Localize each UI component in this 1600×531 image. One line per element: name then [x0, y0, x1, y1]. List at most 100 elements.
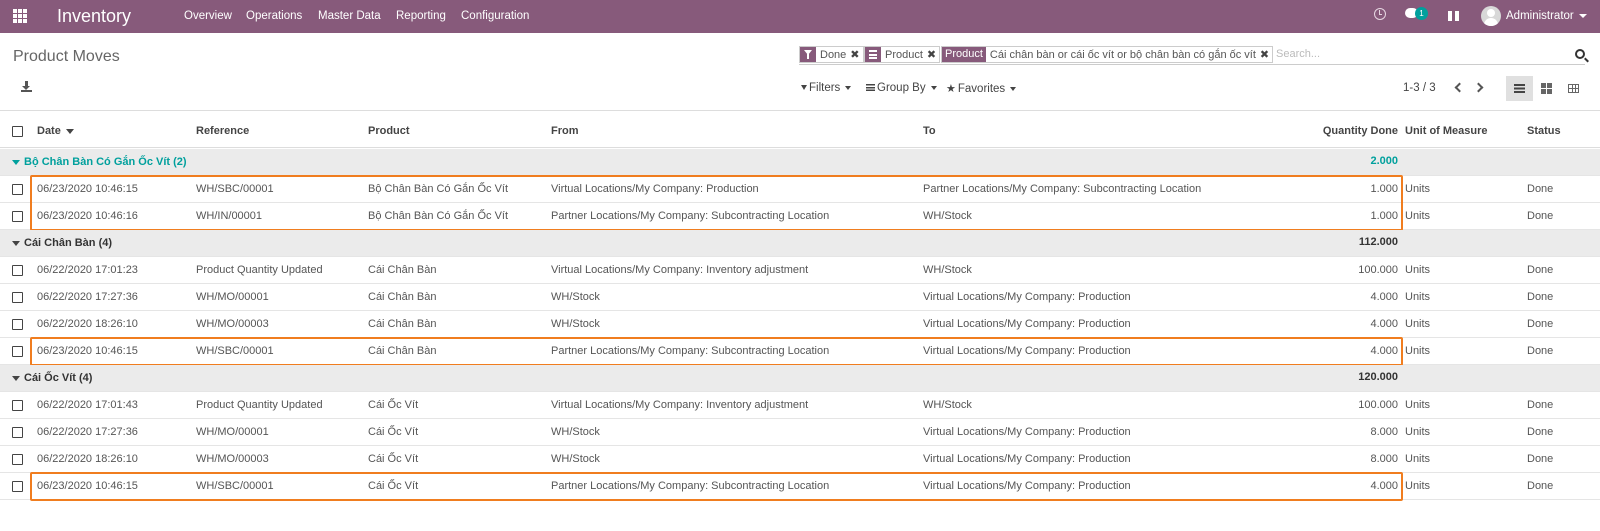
- table-row[interactable]: 06/23/2020 10:46:15 WH/SBC/00001 Bộ Chân B…: [0, 176, 1600, 203]
- page-title: Product Moves: [13, 48, 120, 65]
- cell-unit-of-measure: Units: [1405, 291, 1431, 303]
- cell-quantity-done: 4.000: [1370, 318, 1398, 330]
- column-to[interactable]: To: [923, 115, 936, 147]
- cell-status: Done: [1527, 318, 1554, 330]
- cell-quantity-done: 8.000: [1370, 426, 1398, 438]
- cell-from: Partner Locations/My Company: Subcontrac…: [551, 210, 830, 222]
- user-name: Administrator: [1506, 10, 1574, 22]
- table-row[interactable]: 06/23/2020 10:46:16 WH/IN/00001 Bộ Chân Bà…: [0, 203, 1600, 230]
- cell-from: Virtual Locations/My Company: Inventory …: [551, 399, 809, 411]
- column-status[interactable]: Status: [1527, 115, 1561, 147]
- cell-status: Done: [1527, 291, 1554, 303]
- cell-date: 06/22/2020 17:27:36: [37, 291, 138, 303]
- cell-unit-of-measure: Units: [1405, 183, 1431, 195]
- row-checkbox[interactable]: [12, 211, 23, 222]
- cell-status: Done: [1527, 264, 1554, 276]
- cell-date: 06/23/2020 10:46:15: [37, 345, 138, 357]
- group-row[interactable]: Cái Chân Bàn (4) 112.000: [0, 230, 1600, 257]
- menu-master-data[interactable]: Master Data: [318, 10, 381, 22]
- cell-from: WH/Stock: [551, 291, 600, 303]
- chevron-left-icon[interactable]: [1454, 82, 1465, 93]
- cell-from: WH/Stock: [551, 453, 600, 465]
- table-row[interactable]: 06/22/2020 18:26:10 WH/MO/00003 Cái Chân B…: [0, 311, 1600, 338]
- cell-quantity-done: 1.000: [1370, 183, 1398, 195]
- row-checkbox[interactable]: [12, 292, 23, 303]
- cell-quantity-done: 100.000: [1358, 399, 1398, 411]
- search-icon[interactable]: [1575, 49, 1585, 59]
- cell-to: WH/Stock: [923, 399, 972, 411]
- group-by-icon: [865, 47, 881, 62]
- cell-unit-of-measure: Units: [1405, 480, 1431, 492]
- caret-down-icon: [12, 376, 20, 381]
- kanban-view-button[interactable]: [1533, 76, 1560, 101]
- list-view-button[interactable]: [1506, 76, 1533, 101]
- cell-quantity-done: 4.000: [1370, 480, 1398, 492]
- filters-label: Filters: [809, 82, 841, 94]
- cell-to: Virtual Locations/My Company: Production: [923, 318, 1131, 330]
- apps-grid-icon[interactable]: [13, 9, 27, 23]
- cell-status: Done: [1527, 399, 1554, 411]
- cell-status: Done: [1527, 480, 1554, 492]
- table-icon: [1568, 84, 1579, 93]
- cell-to: Virtual Locations/My Company: Production: [923, 453, 1131, 465]
- column-reference[interactable]: Reference: [196, 115, 249, 147]
- facet-filter-text: Done: [820, 48, 847, 61]
- chevron-right-icon[interactable]: [1473, 82, 1484, 93]
- row-checkbox[interactable]: [12, 184, 23, 195]
- table-row[interactable]: 06/22/2020 18:26:10 WH/MO/00003 Cái Ốc Vít…: [0, 446, 1600, 473]
- column-product[interactable]: Product: [368, 115, 410, 147]
- menu-reporting[interactable]: Reporting: [396, 10, 446, 22]
- row-checkbox[interactable]: [12, 400, 23, 411]
- row-checkbox[interactable]: [12, 481, 23, 492]
- group-row[interactable]: Bộ Chân Bàn Có Gắn Ốc Vít (2) 2.000: [0, 149, 1600, 176]
- row-checkbox[interactable]: [12, 265, 23, 276]
- row-checkbox[interactable]: [12, 319, 23, 330]
- table-row[interactable]: 06/22/2020 17:27:36 WH/MO/00001 Cái Ốc Vít…: [0, 419, 1600, 446]
- pager-value[interactable]: 1-3 / 3: [1403, 82, 1436, 94]
- cell-product: Cái Ốc Vít: [368, 426, 419, 438]
- cell-from: WH/Stock: [551, 318, 600, 330]
- row-checkbox[interactable]: [12, 427, 23, 438]
- column-quantity-done[interactable]: Quantity Done: [1290, 115, 1398, 147]
- table-row[interactable]: 06/23/2020 10:46:15 WH/SBC/00001 Cái Ốc Ví…: [0, 473, 1600, 500]
- cell-to: WH/Stock: [923, 264, 972, 276]
- column-from[interactable]: From: [551, 115, 579, 147]
- close-icon[interactable]: ✖: [850, 48, 862, 61]
- menu-overview[interactable]: Overview: [184, 10, 232, 22]
- gift-icon[interactable]: [1448, 9, 1459, 21]
- menu-operations[interactable]: Operations: [246, 10, 302, 22]
- divider: [0, 110, 1600, 111]
- top-navbar: Inventory Overview Operations Master Dat…: [0, 0, 1600, 33]
- cell-from: Virtual Locations/My Company: Production: [551, 183, 759, 195]
- cell-date: 06/22/2020 18:26:10: [37, 318, 138, 330]
- filters-button[interactable]: Filters: [801, 82, 852, 94]
- table-row[interactable]: 06/23/2020 10:46:15 WH/SBC/00001 Cái Chân …: [0, 338, 1600, 365]
- menu-configuration[interactable]: Configuration: [461, 10, 529, 22]
- facet-filter[interactable]: Done ✖: [799, 46, 864, 63]
- row-checkbox[interactable]: [12, 454, 23, 465]
- cell-from: Partner Locations/My Company: Subcontrac…: [551, 480, 830, 492]
- select-all-checkbox[interactable]: [12, 126, 23, 137]
- avatar[interactable]: [1481, 6, 1501, 26]
- group-by-button[interactable]: Group By: [866, 82, 937, 94]
- app-name[interactable]: Inventory: [57, 6, 131, 27]
- download-icon[interactable]: [21, 81, 32, 92]
- search-input[interactable]: [1276, 48, 1556, 60]
- column-date[interactable]: Date: [37, 115, 74, 147]
- close-icon[interactable]: ✖: [927, 48, 939, 61]
- pivot-view-button[interactable]: [1560, 76, 1587, 101]
- favorites-button[interactable]: ★ Favorites: [946, 82, 1017, 95]
- group-by-icon: [866, 84, 875, 92]
- cell-status: Done: [1527, 453, 1554, 465]
- table-row[interactable]: 06/22/2020 17:01:43 Product Quantity Upda…: [0, 392, 1600, 419]
- group-row[interactable]: Cái Ốc Vít (4) 120.000: [0, 365, 1600, 392]
- table-row[interactable]: 06/22/2020 17:27:36 WH/MO/00001 Cái Chân B…: [0, 284, 1600, 311]
- column-unit-of-measure[interactable]: Unit of Measure: [1405, 115, 1488, 147]
- facet-product[interactable]: Product Cái chân bàn or cái ốc vít or bộ…: [941, 46, 1274, 63]
- clock-icon[interactable]: [1374, 8, 1386, 20]
- facet-group-by[interactable]: Product ✖: [864, 46, 941, 63]
- user-menu[interactable]: Administrator: [1506, 10, 1587, 22]
- row-checkbox[interactable]: [12, 346, 23, 357]
- table-row[interactable]: 06/22/2020 17:01:23 Product Quantity Upda…: [0, 257, 1600, 284]
- close-icon[interactable]: ✖: [1260, 48, 1272, 61]
